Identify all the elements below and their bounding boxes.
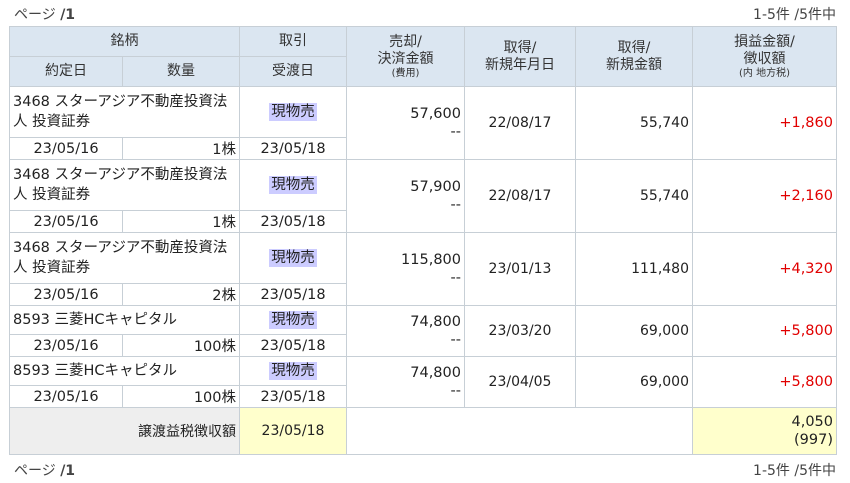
sell-amount-cell: 74,800 --	[346, 356, 465, 408]
header-meigara: 銘柄	[9, 26, 240, 57]
acq-amount: 69,000	[575, 305, 693, 357]
page-indicator: ページ /1	[14, 463, 76, 479]
quantity: 100株	[122, 385, 240, 408]
sell-amount-cell: 57,900 --	[346, 159, 465, 233]
security-name[interactable]: 3468 スターアジア不動産投資法人 投資証券	[9, 86, 240, 138]
profit-loss: +1,860	[692, 86, 837, 160]
trade-type-badge: 現物売	[269, 103, 317, 121]
acq-amount: 55,740	[575, 159, 693, 233]
security-name[interactable]: 8593 三菱HCキャピタル	[9, 305, 240, 335]
acq-amount: 111,480	[575, 232, 693, 306]
trade-type: 現物売	[239, 356, 347, 386]
table-row: 8593 三菱HCキャピタル 現物売 74,800 -- 23/04/05 69,000 +…	[9, 356, 837, 408]
pager-top: ページ /1 1-5件 /5件中	[14, 4, 836, 24]
summary-label: 譲渡益税徴収額	[9, 407, 240, 455]
table-row: 3468 スターアジア不動産投資法人 投資証券 現物売 57,900 -- 22/08/…	[9, 159, 837, 233]
quantity: 2株	[122, 283, 240, 306]
trade-date: 23/05/16	[9, 210, 123, 233]
summary-date: 23/05/18	[239, 407, 347, 455]
header-acq-date: 取得/ 新規年月日	[464, 26, 576, 87]
trade-type: 現物売	[239, 305, 347, 335]
summary-blank	[346, 407, 693, 455]
table-row: 3468 スターアジア不動産投資法人 投資証券 現物売 115,800 -- 23/01…	[9, 232, 837, 306]
header-pl: 損益金額/ 徴収額 (内 地方税)	[692, 26, 837, 87]
settle-date: 23/05/18	[239, 334, 347, 357]
sell-amount-cell: 57,600 --	[346, 86, 465, 160]
security-name[interactable]: 3468 スターアジア不動産投資法人 投資証券	[9, 159, 240, 211]
trade-date: 23/05/16	[9, 334, 123, 357]
quantity: 1株	[122, 137, 240, 160]
settle-date: 23/05/18	[239, 385, 347, 408]
trade-type-badge: 現物売	[269, 311, 317, 329]
header-acq-amount: 取得/ 新規金額	[575, 26, 693, 87]
quantity: 1株	[122, 210, 240, 233]
trade-type-badge: 現物売	[269, 362, 317, 380]
acq-date: 23/01/13	[464, 232, 576, 306]
summary-row: 譲渡益税徴収額 23/05/18 4,050 (997)	[9, 407, 837, 455]
trade-date: 23/05/16	[9, 137, 123, 160]
trade-date: 23/05/16	[9, 385, 123, 408]
profit-loss: +5,800	[692, 305, 837, 357]
table-row: 8593 三菱HCキャピタル 現物売 74,800 -- 23/03/20 69,000 +…	[9, 305, 837, 357]
result-count: 1-5件 /5件中	[753, 463, 836, 479]
transaction-table: 銘柄 取引 売却/ 決済金額 (費用) 取得/ 新規年月日 取得/ 新規金額 損…	[9, 26, 837, 455]
trade-date: 23/05/16	[9, 283, 123, 306]
page-indicator: ページ /1	[14, 7, 76, 23]
settle-date: 23/05/18	[239, 137, 347, 160]
summary-amount: 4,050 (997)	[692, 407, 837, 455]
security-name[interactable]: 3468 スターアジア不動産投資法人 投資証券	[9, 232, 240, 284]
trade-type: 現物売	[239, 86, 347, 138]
trade-type-badge: 現物売	[269, 176, 317, 194]
profit-loss: +5,800	[692, 356, 837, 408]
acq-date: 23/03/20	[464, 305, 576, 357]
header-torihiki: 取引	[239, 26, 347, 57]
acq-date: 23/04/05	[464, 356, 576, 408]
profit-loss: +4,320	[692, 232, 837, 306]
header-sell-amount: 売却/ 決済金額 (費用)	[346, 26, 465, 87]
settle-date: 23/05/18	[239, 283, 347, 306]
trade-type-badge: 現物売	[269, 249, 317, 267]
pager-bottom: ページ /1 1-5件 /5件中	[14, 460, 836, 480]
header-quantity: 数量	[122, 56, 240, 87]
security-name[interactable]: 8593 三菱HCキャピタル	[9, 356, 240, 386]
sell-amount-cell: 115,800 --	[346, 232, 465, 306]
header-settle-date: 受渡日	[239, 56, 347, 87]
quantity: 100株	[122, 334, 240, 357]
result-count: 1-5件 /5件中	[753, 7, 836, 23]
acq-amount: 55,740	[575, 86, 693, 160]
acq-date: 22/08/17	[464, 159, 576, 233]
table-row: 3468 スターアジア不動産投資法人 投資証券 現物売 57,600 -- 22/08/…	[9, 86, 837, 160]
trade-type: 現物売	[239, 232, 347, 284]
acq-amount: 69,000	[575, 356, 693, 408]
settle-date: 23/05/18	[239, 210, 347, 233]
sell-amount-cell: 74,800 --	[346, 305, 465, 357]
profit-loss: +2,160	[692, 159, 837, 233]
trade-type: 現物売	[239, 159, 347, 211]
header-trade-date: 約定日	[9, 56, 123, 87]
acq-date: 22/08/17	[464, 86, 576, 160]
